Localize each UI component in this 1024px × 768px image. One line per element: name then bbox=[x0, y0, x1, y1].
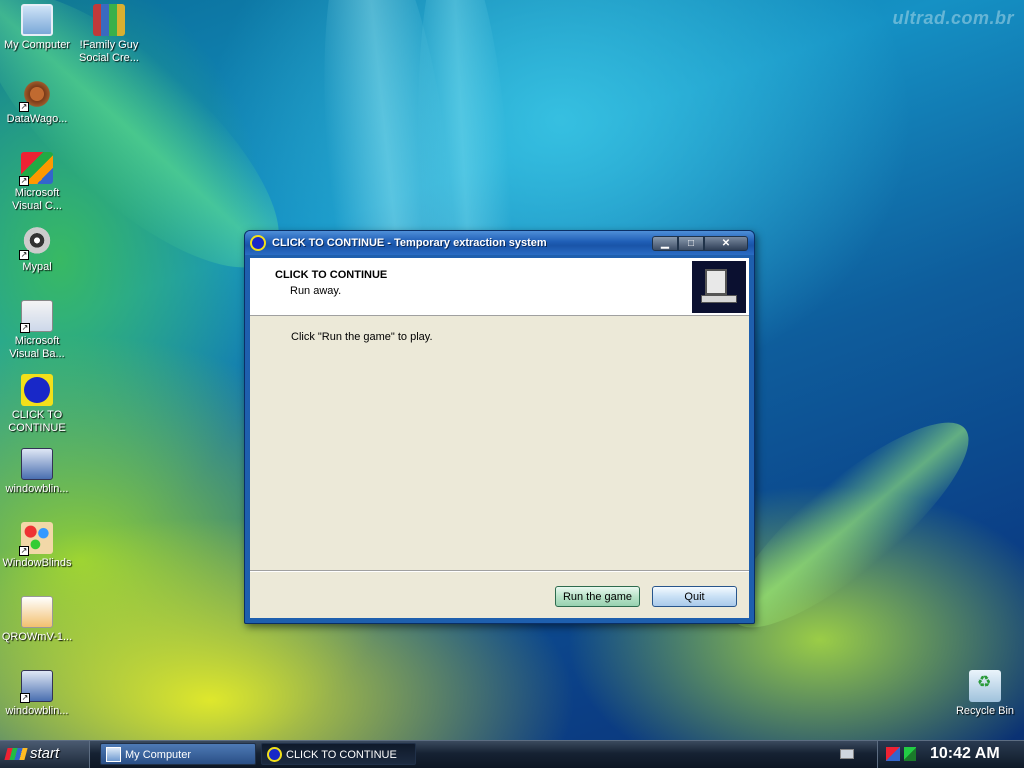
desktop-icon-windowblinds-installer[interactable]: windowblin... bbox=[0, 448, 74, 496]
taskbar-item-label: My Computer bbox=[125, 749, 192, 761]
app-icon bbox=[250, 235, 266, 251]
windows-logo-icon bbox=[4, 748, 28, 760]
desktop-icon-label: DataWago... bbox=[6, 113, 68, 125]
minimize-button[interactable]: ▁ bbox=[652, 236, 678, 251]
windowblinds-installer-icon bbox=[21, 448, 53, 480]
shortcut-arrow-icon: ↗ bbox=[19, 546, 29, 556]
desktop-icon-click-to-continue[interactable]: CLICK TO CONTINUE bbox=[0, 374, 74, 435]
shortcut-arrow-icon: ↗ bbox=[19, 102, 29, 112]
raccoon-browser-icon: ↗ bbox=[19, 226, 53, 260]
desktop-icon-recycle-bin[interactable]: Recycle Bin bbox=[948, 670, 1022, 718]
desktop-icon-mypal[interactable]: ↗ Mypal bbox=[0, 226, 74, 274]
start-label: start bbox=[30, 745, 60, 762]
dialog-client-area: CLICK TO CONTINUE Run away. Click "Run t… bbox=[250, 258, 749, 618]
wallpaper-watermark: ultrad.com.br bbox=[892, 8, 1014, 28]
desktop-icon-label: Mypal bbox=[22, 261, 52, 273]
desktop-icon-windowblinds[interactable]: ↗ WindowBlinds bbox=[0, 522, 74, 570]
winrar-archive-icon bbox=[93, 4, 125, 36]
desktop-icon-my-computer[interactable]: My Computer bbox=[0, 4, 74, 52]
close-button[interactable]: ✕ bbox=[704, 236, 748, 251]
shortcut-arrow-icon: ↗ bbox=[20, 693, 30, 703]
shortcut-arrow-icon: ↗ bbox=[19, 176, 29, 186]
computer-icon bbox=[21, 4, 53, 36]
desktop-icon-label: windowblin... bbox=[5, 483, 69, 495]
visual-basic-icon: ↗ bbox=[20, 300, 53, 333]
dialog-window: CLICK TO CONTINUE - Temporary extraction… bbox=[244, 230, 755, 624]
header-title: CLICK TO CONTINUE bbox=[275, 269, 388, 281]
header-subtitle: Run away. bbox=[290, 285, 342, 297]
desktop-icon-visual-basic[interactable]: ↗ Microsoft Visual Ba... bbox=[0, 300, 74, 361]
desktop-icon-windowblinds-installer-2[interactable]: ↗ windowblin... bbox=[0, 670, 74, 718]
desktop-icon-label: My Computer bbox=[3, 39, 71, 51]
installer-computer-icon bbox=[692, 261, 746, 313]
shortcut-arrow-icon: ↗ bbox=[19, 250, 29, 260]
paint-palette-icon: ↗ bbox=[19, 522, 53, 556]
taskbar: start My Computer CLICK TO CONTINUE 10:4… bbox=[0, 740, 1024, 768]
dialog-titlebar[interactable]: CLICK TO CONTINUE - Temporary extraction… bbox=[245, 231, 754, 255]
desktop-icon-label: QROWmV-1... bbox=[1, 631, 73, 643]
click-to-continue-icon bbox=[267, 747, 282, 762]
taskbar-item-my-computer[interactable]: My Computer bbox=[100, 743, 256, 765]
start-button[interactable]: start bbox=[0, 741, 90, 768]
desktop-icon-label: windowblin... bbox=[5, 705, 69, 717]
tray-app-icon[interactable] bbox=[886, 747, 900, 761]
desktop-icon-label: Microsoft Visual Ba... bbox=[9, 335, 65, 360]
keyboard-icon[interactable] bbox=[840, 749, 854, 759]
quit-button[interactable]: Quit bbox=[652, 586, 737, 607]
system-tray: 10:42 AM bbox=[877, 741, 1024, 768]
clock[interactable]: 10:42 AM bbox=[930, 745, 1000, 763]
desktop-icon-visual-c[interactable]: ↗ Microsoft Visual C... bbox=[0, 152, 74, 213]
instruction-text: Click "Run the game" to play. bbox=[291, 331, 433, 343]
maximize-button[interactable]: □ bbox=[678, 236, 704, 251]
run-game-button[interactable]: Run the game bbox=[555, 586, 640, 607]
desktop-icon-image-file[interactable]: QROWmV-1... bbox=[0, 596, 74, 644]
click-to-continue-icon bbox=[21, 374, 53, 406]
desktop-icon-family-guy-archive[interactable]: !Family Guy Social Cre... bbox=[72, 4, 146, 65]
dialog-title: CLICK TO CONTINUE - Temporary extraction… bbox=[272, 237, 547, 249]
taskbar-item-click-to-continue[interactable]: CLICK TO CONTINUE bbox=[261, 743, 416, 765]
shortcut-arrow-icon: ↗ bbox=[20, 323, 30, 333]
tray-security-icon[interactable] bbox=[904, 747, 916, 761]
desktop-icon-label: Microsoft Visual C... bbox=[12, 187, 62, 212]
computer-icon bbox=[106, 747, 121, 762]
windowblinds-installer-icon: ↗ bbox=[20, 670, 53, 703]
dialog-header: CLICK TO CONTINUE Run away. bbox=[250, 258, 749, 316]
desktop-icon-datawago[interactable]: ↗ DataWago... bbox=[0, 78, 74, 126]
desktop-icon-label: Recycle Bin bbox=[955, 705, 1015, 717]
gear-icon: ↗ bbox=[19, 78, 53, 112]
desktop-icon-label: !Family Guy Social Cre... bbox=[79, 39, 139, 64]
desktop-icon-label: CLICK TO CONTINUE bbox=[8, 409, 66, 434]
taskbar-item-label: CLICK TO CONTINUE bbox=[286, 749, 397, 761]
image-file-icon bbox=[21, 596, 53, 628]
divider bbox=[250, 570, 749, 572]
visual-c-icon: ↗ bbox=[19, 152, 53, 186]
recycle-bin-icon bbox=[969, 670, 1001, 702]
desktop-icon-label: WindowBlinds bbox=[2, 557, 72, 569]
